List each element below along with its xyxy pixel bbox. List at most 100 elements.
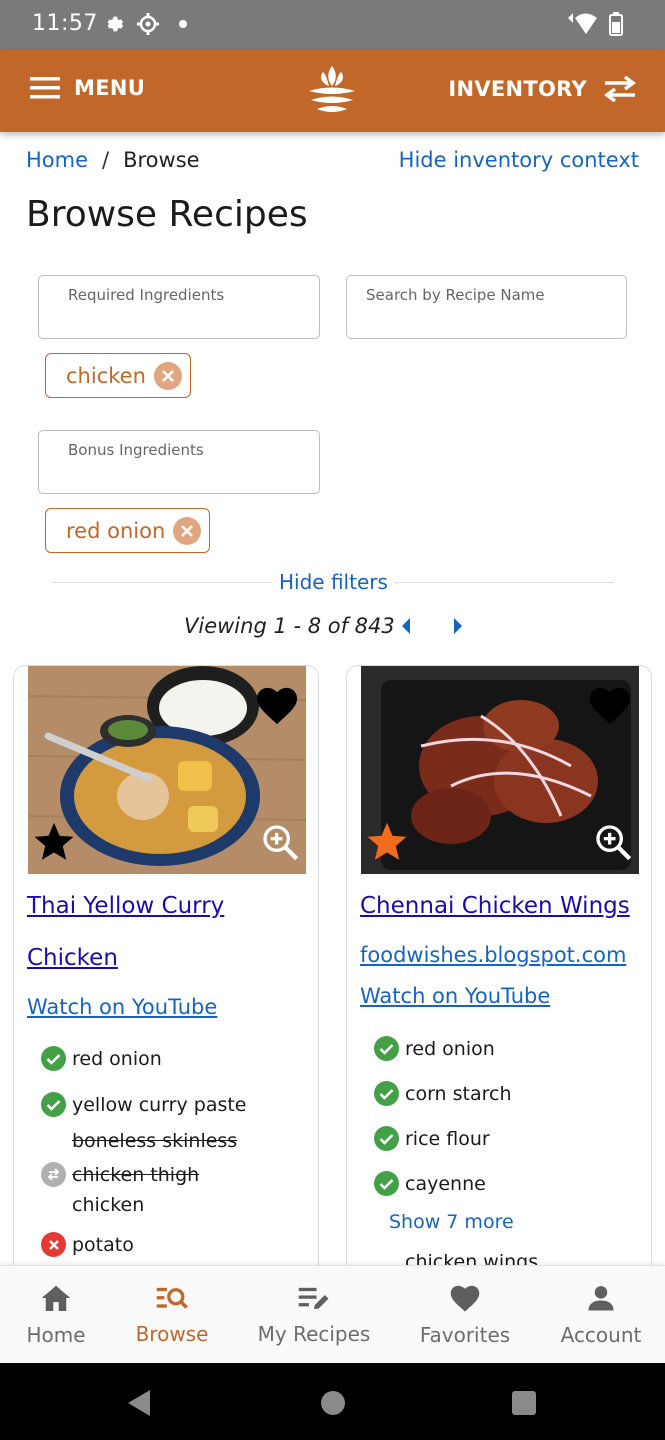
nav-label: Account — [560, 1323, 642, 1347]
next-page-icon[interactable] — [452, 618, 464, 634]
check-icon — [41, 1046, 66, 1071]
nav-label: Home — [26, 1323, 86, 1347]
recipe-title-line: Thai Yellow Curry — [27, 893, 225, 919]
ingredient-name: red onion — [405, 1037, 495, 1060]
ingredient-item: boneless skinless — [72, 1130, 237, 1152]
nav-account[interactable]: Account — [545, 1266, 657, 1364]
youtube-link[interactable]: Watch on YouTube — [360, 984, 550, 1008]
inventory-button[interactable]: INVENTORY — [448, 76, 637, 102]
my-recipes-icon — [298, 1287, 329, 1309]
check-icon — [374, 1036, 399, 1061]
gear-icon — [107, 16, 124, 32]
recipe-image[interactable] — [28, 666, 306, 874]
star-icon[interactable] — [32, 820, 76, 864]
youtube-link[interactable]: Watch on YouTube — [27, 995, 217, 1019]
status-bar: 11:57 — [0, 0, 665, 50]
previous-page-icon[interactable] — [400, 618, 412, 634]
notification-dot-icon — [179, 20, 187, 28]
star-icon[interactable] — [365, 820, 409, 864]
ingredient-name: yellow curry paste — [72, 1093, 247, 1116]
ingredient-name: red onion — [72, 1047, 162, 1070]
nav-label: Browse — [135, 1322, 209, 1346]
wifi-icon — [568, 13, 597, 34]
zoom-in-icon[interactable] — [593, 822, 633, 862]
breadcrumb-current: Browse — [123, 148, 200, 172]
ingredient-item: red onion — [41, 1046, 162, 1071]
hamburger-icon — [30, 77, 60, 99]
ingredient-item: potato — [41, 1232, 134, 1257]
app-logo-icon — [309, 66, 355, 112]
ingredient-item: rice flour — [374, 1126, 490, 1151]
pagination-summary: Viewing 1 - 8 of 843 — [184, 614, 395, 638]
nav-my-recipes[interactable]: My Recipes — [244, 1266, 384, 1364]
recipe-title-link[interactable]: Thai Yellow Curry Chicken — [27, 880, 224, 984]
required-ingredients-input[interactable]: Required Ingredients — [38, 275, 320, 339]
breadcrumb: Home / Browse — [26, 148, 200, 172]
recipe-title-line: Chennai Chicken Wings — [360, 893, 630, 919]
swap-icon — [604, 76, 636, 102]
ingredient-name: boneless skinless — [72, 1130, 238, 1152]
show-more-link[interactable]: Show 7 more — [389, 1211, 514, 1233]
ingredient-name: potato — [72, 1233, 134, 1256]
check-icon — [41, 1092, 66, 1117]
system-navigation-bar — [0, 1363, 665, 1440]
app-bar: MENU INVENTORY — [0, 50, 665, 132]
breadcrumb-home-link[interactable]: Home — [26, 148, 88, 172]
hide-filters-link[interactable]: Hide filters — [279, 570, 388, 594]
recipe-name-search-label: Search by Recipe Name — [366, 286, 545, 304]
chip-remove-icon[interactable] — [153, 361, 182, 390]
status-time: 11:57 — [32, 11, 98, 36]
ingredient-name: chicken — [72, 1194, 145, 1216]
settings-icon — [137, 13, 159, 35]
recipe-title-link[interactable]: Chennai Chicken Wings — [360, 880, 630, 932]
source-website-link[interactable]: foodwishes.blogspot.com — [360, 943, 626, 967]
ingredient-name: cayenne — [405, 1172, 486, 1195]
nav-browse[interactable]: Browse — [117, 1266, 227, 1364]
divider-left — [52, 582, 272, 583]
ingredient-item: chicken thigh — [41, 1162, 199, 1187]
breadcrumb-separator: / — [102, 148, 110, 172]
recipe-card: Chennai Chicken Wings foodwishes.blogspo… — [346, 665, 652, 1305]
nav-home[interactable]: Home — [10, 1266, 102, 1364]
heart-icon — [450, 1285, 480, 1312]
bonus-ingredients-label: Bonus Ingredients — [68, 441, 204, 459]
zoom-in-icon[interactable] — [260, 822, 300, 862]
recipe-card: Thai Yellow Curry Chicken Watch on YouTu… — [13, 665, 319, 1305]
substitute-icon — [41, 1162, 66, 1187]
chip-remove-icon[interactable] — [173, 516, 202, 545]
ingredient-name: chicken thigh — [72, 1163, 200, 1186]
recipe-title-line: Chicken — [27, 945, 118, 971]
favorite-heart-icon[interactable] — [254, 684, 300, 726]
bottom-navigation: Home Browse My Recipes Favorites Account — [0, 1265, 665, 1363]
menu-label: MENU — [74, 76, 146, 100]
check-icon — [374, 1081, 399, 1106]
missing-icon — [41, 1232, 66, 1257]
ingredient-item: cayenne — [374, 1171, 486, 1196]
chip-label: red onion — [66, 518, 166, 543]
home-circle-icon[interactable] — [320, 1390, 346, 1416]
chip-label: chicken — [66, 363, 146, 388]
bonus-ingredients-input[interactable]: Bonus Ingredients — [38, 430, 320, 494]
ingredient-item: yellow curry paste — [41, 1092, 247, 1117]
bonus-ingredient-chip: red onion — [45, 508, 211, 553]
nav-label: Favorites — [419, 1323, 511, 1347]
account-icon — [588, 1286, 614, 1311]
divider-right — [394, 582, 614, 583]
recipe-image[interactable] — [361, 666, 639, 874]
recipe-name-search-input[interactable]: Search by Recipe Name — [346, 275, 627, 339]
nav-favorites[interactable]: Favorites — [402, 1266, 528, 1364]
favorite-heart-icon[interactable] — [587, 684, 633, 726]
required-ingredients-label: Required Ingredients — [68, 286, 225, 304]
recents-icon[interactable] — [511, 1390, 537, 1416]
ingredient-name: corn starch — [405, 1082, 512, 1105]
ingredient-item: corn starch — [374, 1081, 512, 1106]
status-icons-left — [102, 12, 194, 36]
menu-button[interactable]: MENU — [30, 76, 145, 100]
ingredient-name: rice flour — [405, 1127, 490, 1150]
battery-icon — [609, 12, 623, 36]
home-icon — [41, 1285, 71, 1311]
back-icon[interactable] — [126, 1389, 152, 1417]
hide-inventory-context-link[interactable]: Hide inventory context — [399, 148, 639, 172]
check-icon — [374, 1126, 399, 1151]
nav-label: My Recipes — [257, 1322, 371, 1346]
